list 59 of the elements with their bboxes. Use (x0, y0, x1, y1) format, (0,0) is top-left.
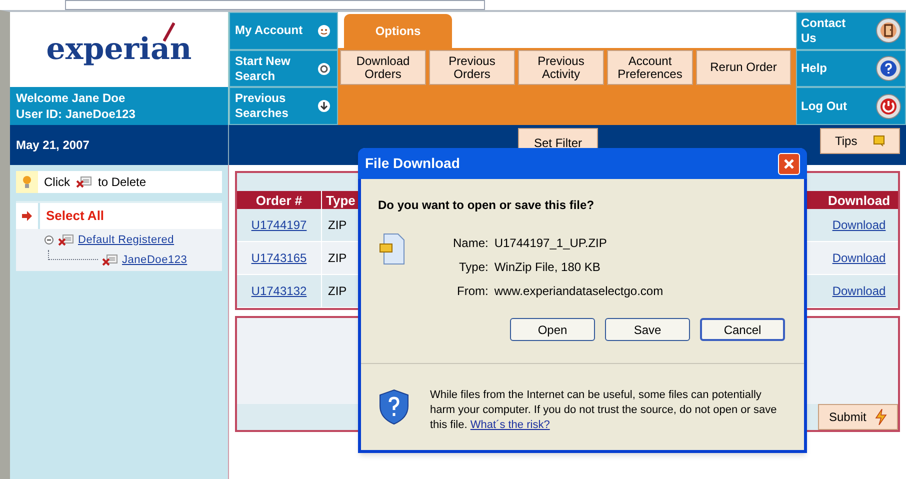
smiley-icon (316, 22, 332, 39)
welcome-text: Welcome Jane Doe (16, 90, 126, 106)
option-button[interactable]: Previous Orders (429, 50, 515, 85)
risk-link[interactable]: What´s the risk? (470, 419, 550, 431)
dialog-button[interactable]: Cancel (700, 318, 785, 341)
download-link[interactable]: Download (832, 216, 886, 234)
close-icon (783, 158, 795, 170)
side-nav-button[interactable]: Help (796, 50, 906, 88)
note-icon (873, 135, 885, 147)
delete-icon (102, 254, 118, 266)
tree-link[interactable]: Default Registered (78, 232, 174, 248)
side-nav-button[interactable]: Log Out (796, 87, 906, 126)
order-link[interactable]: U1744197 (251, 216, 307, 234)
date-text: May 21, 2007 (16, 137, 90, 154)
door-icon (876, 18, 901, 44)
select-all-button[interactable]: Select All (40, 203, 222, 229)
field-value: www.experiandataselectgo.com (494, 283, 664, 300)
dialog-button[interactable]: Save (605, 318, 690, 341)
hint-text: Click (44, 174, 70, 191)
option-button[interactable]: Previous Activity (518, 50, 604, 85)
field-value: WinZip File, 180 KB (494, 259, 602, 276)
lightning-icon (875, 409, 887, 425)
shield-icon (378, 388, 410, 426)
collapse-icon[interactable] (44, 235, 54, 245)
nav-button[interactable]: Previous Searches (229, 87, 338, 126)
help-icon (876, 56, 901, 81)
tree-link[interactable]: JaneDoe123 (122, 252, 188, 268)
right-arrow-icon (22, 211, 32, 221)
option-button[interactable]: Download Orders (340, 50, 426, 85)
warning-text: While files from the Internet can be useful, some files can potentially harm your computer. If you do not trust the source, do not open or save this file. What´s the risk? (430, 388, 778, 433)
dialog-button[interactable]: Open (510, 318, 595, 341)
tree-connector-line (48, 250, 98, 260)
option-button[interactable]: Rerun Order (696, 50, 791, 85)
nav-button[interactable]: Start New Search (229, 50, 338, 88)
submit-button[interactable]: Submit (818, 404, 898, 430)
option-button[interactable]: Account Preferences (607, 50, 693, 85)
hint-text: to Delete (98, 174, 146, 191)
order-link[interactable]: U1743132 (251, 282, 307, 300)
field-label: Name: (453, 235, 488, 252)
dialog-question: Do you want to open or save this file? (378, 197, 596, 214)
field-label: Type: (458, 259, 488, 276)
tips-button[interactable]: Tips (820, 128, 900, 154)
logo[interactable]: experian (46, 27, 192, 72)
dialog-title: File Download (365, 154, 460, 173)
side-nav-button[interactable]: Contact Us (796, 12, 906, 50)
user-id-text: User ID: JaneDoe123 (16, 106, 136, 122)
address-bar[interactable] (65, 0, 485, 10)
close-button[interactable] (778, 152, 800, 174)
lightbulb-icon (22, 175, 32, 189)
column-header: Download (820, 191, 898, 209)
nav-button[interactable]: My Account (229, 12, 338, 50)
delete-icon (58, 234, 74, 246)
target-icon (316, 60, 332, 76)
field-value: U1744197_1_UP.ZIP (494, 235, 608, 252)
power-icon (876, 94, 901, 119)
delete-icon (76, 176, 92, 188)
field-label: From: (456, 283, 488, 300)
download-link[interactable]: Download (832, 282, 886, 300)
column-header: Order # (237, 191, 322, 209)
